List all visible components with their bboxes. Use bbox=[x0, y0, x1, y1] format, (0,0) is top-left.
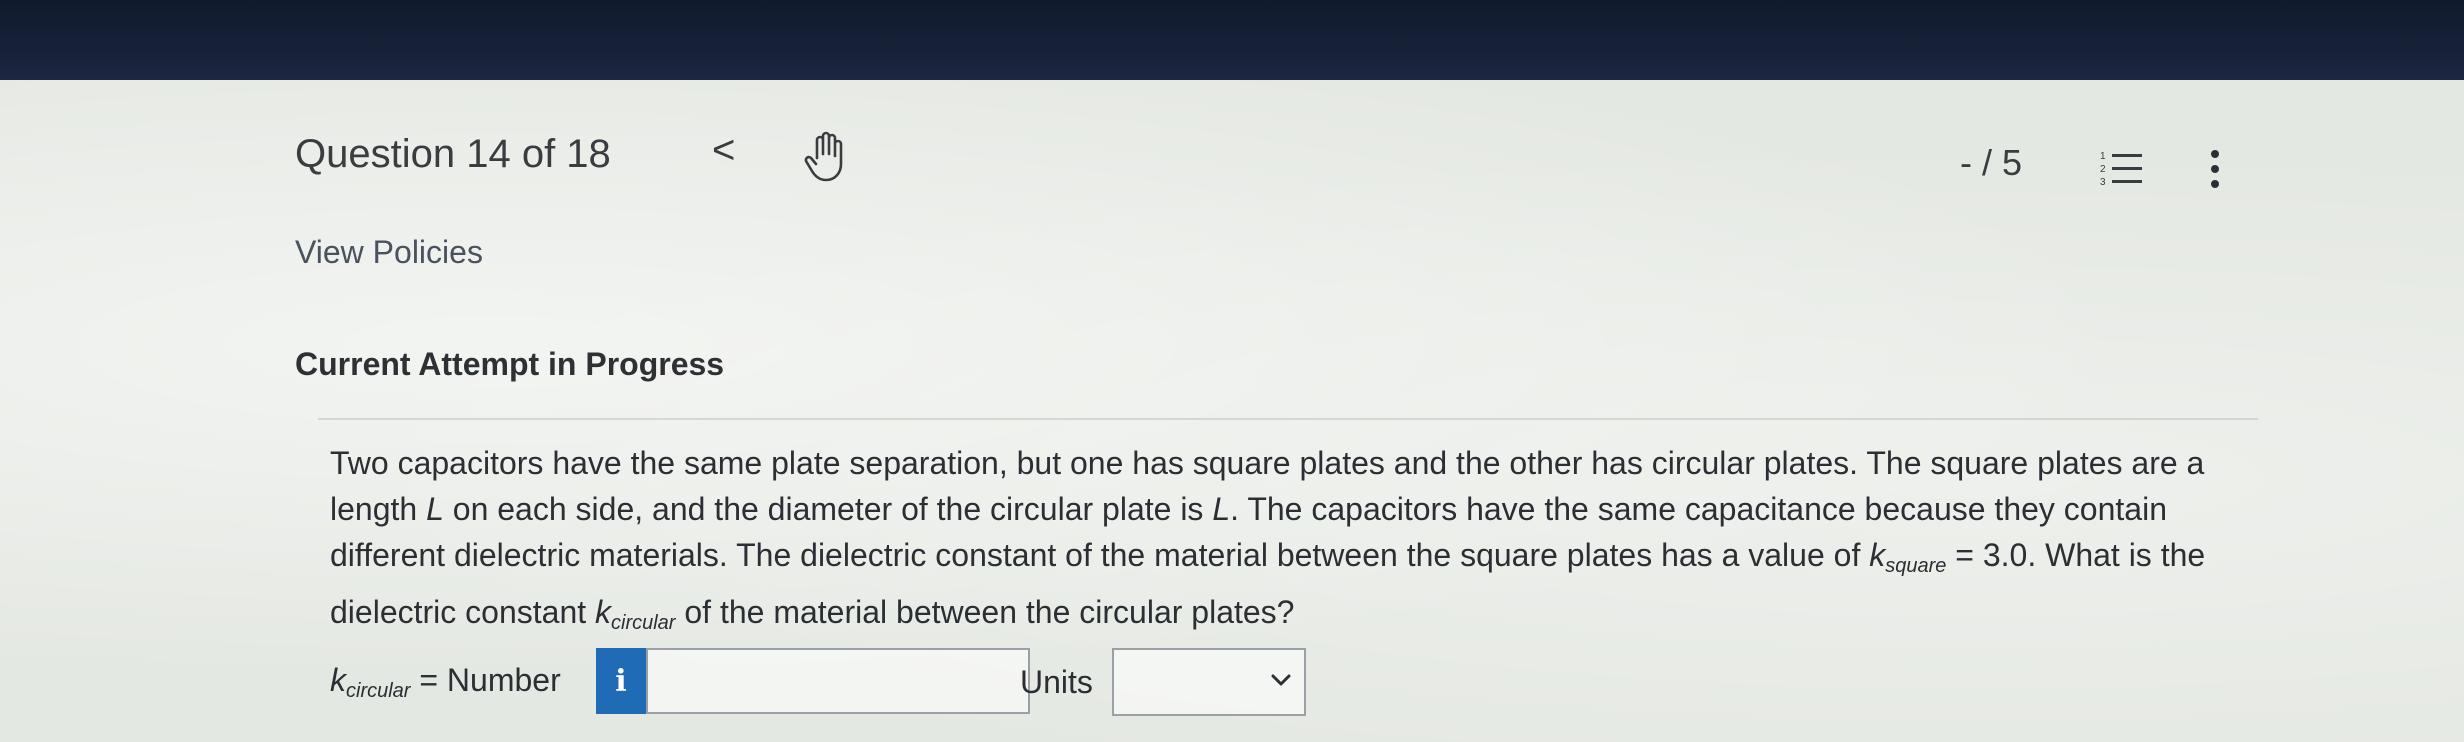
score-display: - / 5 bbox=[1960, 142, 2023, 183]
question-line-3: different dielectric materials. The diel… bbox=[330, 537, 2206, 577]
question-line-4: dielectric constant kcircular of the mat… bbox=[330, 594, 1295, 634]
previous-question-button[interactable]: < bbox=[712, 128, 735, 173]
vertical-ellipsis-icon[interactable] bbox=[2208, 148, 2222, 190]
info-icon: i bbox=[615, 663, 627, 699]
view-policies-link[interactable]: View Policies bbox=[295, 234, 483, 271]
question-line-2: length L on each side, and the diameter … bbox=[330, 491, 2167, 527]
svg-text:2: 2 bbox=[2100, 164, 2106, 175]
info-button[interactable]: i bbox=[596, 648, 646, 714]
question-text: Two capacitors have the same plate separ… bbox=[330, 440, 2230, 646]
units-select[interactable] bbox=[1112, 648, 1306, 716]
chevron-left-icon: < bbox=[712, 128, 736, 172]
attempt-heading: Current Attempt in Progress bbox=[295, 346, 725, 382]
answer-row: kcircular = Number i Units bbox=[330, 648, 1330, 716]
svg-text:3: 3 bbox=[2100, 177, 2106, 188]
numbered-list-icon[interactable]: 1 2 3 bbox=[2100, 148, 2144, 188]
units-label: Units bbox=[1020, 664, 1093, 700]
svg-text:1: 1 bbox=[2100, 151, 2106, 162]
question-line-1: Two capacitors have the same plate separ… bbox=[330, 445, 2205, 481]
section-divider bbox=[318, 418, 2258, 420]
number-input[interactable] bbox=[646, 648, 1030, 714]
question-counter: Question 14 of 18 bbox=[295, 132, 611, 176]
hand-pointer-icon[interactable] bbox=[800, 130, 850, 184]
screen-bezel bbox=[0, 0, 2464, 80]
answer-label: kcircular = Number bbox=[330, 662, 561, 702]
chevron-down-icon bbox=[1271, 674, 1291, 686]
